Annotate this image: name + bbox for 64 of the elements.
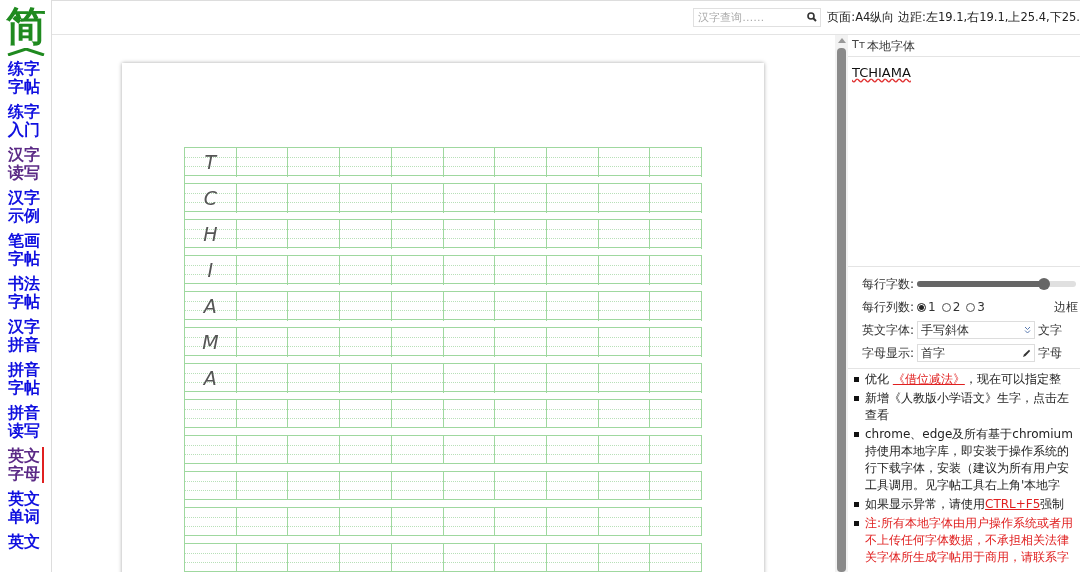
note-text: 查看	[865, 407, 890, 424]
sidebar-link[interactable]: 练字入门	[7, 102, 44, 139]
scroll-up-arrow-icon[interactable]	[837, 38, 846, 43]
sidebar-link[interactable]: 笔画字帖	[7, 231, 44, 268]
logo: 简	[5, 4, 46, 48]
sidebar-link[interactable]: 练字字帖	[7, 59, 44, 96]
bullet-icon	[854, 396, 859, 401]
bullet-icon	[854, 377, 859, 382]
radio-button[interactable]	[941, 302, 951, 312]
practice-letter: T	[204, 150, 217, 175]
font-icon: Tт	[852, 37, 866, 54]
chevron-up-icon[interactable]	[5, 48, 46, 56]
note-text: 新增《人教版小学语文》生字，点击左	[865, 390, 1069, 407]
search-field[interactable]: 汉字查询……	[693, 8, 822, 27]
slider-track[interactable]	[917, 281, 1076, 287]
bullet-icon	[854, 521, 859, 526]
radio-label: 3	[977, 299, 985, 316]
sidebar-link[interactable]: 汉字示例	[7, 188, 44, 225]
double-chevron-icon	[1024, 326, 1032, 334]
field-label: 每行列数:	[862, 299, 915, 316]
font-select[interactable]: 手写斜体	[917, 321, 1036, 339]
field-label: 边框	[1054, 299, 1078, 316]
practice-letter: A	[203, 294, 217, 319]
field-label: 英文字体:	[862, 322, 915, 339]
practice-letter: C	[203, 186, 217, 211]
sidebar-link[interactable]: 英文字母	[7, 446, 44, 483]
text-area[interactable]: TCHIAMA	[848, 57, 1080, 267]
letter-display-field[interactable]: 首字	[917, 344, 1036, 362]
field-label: 文字	[1038, 322, 1063, 339]
scrollbar[interactable]	[835, 35, 848, 572]
field-label: 每行字数:	[862, 276, 915, 293]
radio-label: 2	[952, 299, 961, 316]
sidebar-link[interactable]: 拼音读写	[7, 403, 44, 440]
radio-label: 1	[928, 299, 936, 316]
note-text: 注:所有本地字体由用户操作系统或者用	[865, 515, 1074, 532]
sidebar-link[interactable]: 拼音字帖	[7, 360, 44, 397]
practice-letter: I	[207, 258, 214, 283]
panel-heading: 本地字体	[867, 37, 916, 55]
slider-thumb[interactable]	[1038, 278, 1051, 290]
search-icon[interactable]	[807, 12, 818, 22]
bullet-icon	[854, 502, 859, 507]
sidebar-link[interactable]: 英文单词	[7, 489, 44, 526]
note-text: 持使用本地字库，即安装于操作系统的	[865, 443, 1070, 460]
sidebar-link[interactable]: 书法字帖	[7, 274, 44, 311]
practice-letter: H	[203, 222, 218, 247]
note-text: 行下载字体，安装（建议为所有用户安	[865, 460, 1070, 477]
page-info: 页面:A4纵向 边距:左19.1,右19.1,上25.4,下25.	[826, 8, 1080, 26]
field-label: 字母显示:	[862, 345, 915, 362]
note-text: chrome、edge及所有基于chromium	[865, 426, 1073, 443]
note-text: 如果显示异常，请使用CTRL+F5强制	[865, 496, 1065, 513]
practice-letter: A	[203, 366, 217, 391]
field-label: 字母	[1038, 345, 1063, 362]
practice-letter: M	[202, 330, 219, 355]
sidebar-link[interactable]: 汉字读写	[7, 145, 44, 182]
note-text: 优化 《借位减法》，现在可以指定整	[865, 371, 1061, 388]
sidebar-link[interactable]: 英文	[7, 532, 44, 551]
note-text: 不上传任何字体数据，不承担相关法律	[865, 532, 1070, 549]
note-text: 关字体所生成字帖用于商用，请联系字	[865, 549, 1070, 566]
radio-button[interactable]	[966, 302, 976, 312]
pencil-icon	[1022, 348, 1032, 358]
bullet-icon	[854, 432, 859, 437]
note-text: 工具调用。见字帖工具右上角'本地字	[865, 477, 1062, 494]
sidebar-link[interactable]: 汉字拼音	[7, 317, 44, 354]
radio-button[interactable]	[917, 302, 927, 312]
